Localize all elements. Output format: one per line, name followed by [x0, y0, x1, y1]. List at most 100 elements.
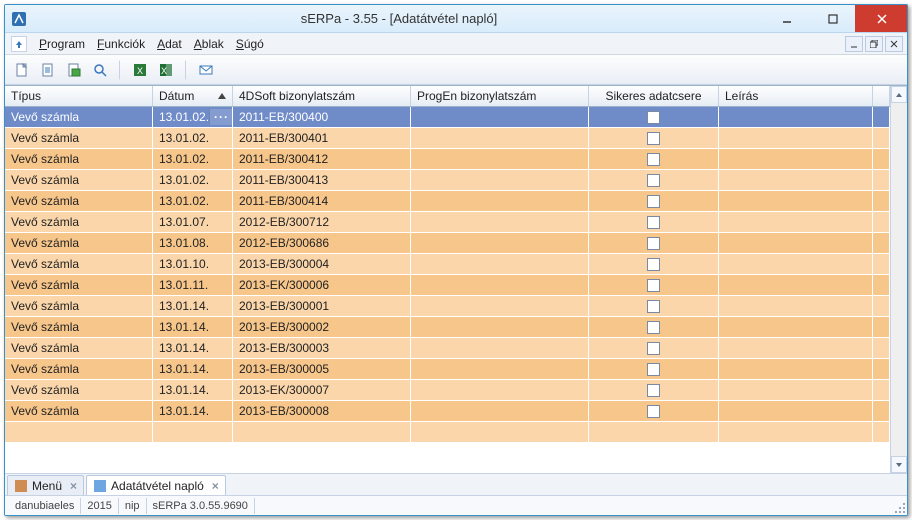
- mdi-minimize-button[interactable]: [845, 36, 863, 52]
- table-row[interactable]: Vevő számla13.01.02.2011-EB/300413: [5, 170, 890, 191]
- cell-4dsoft: 2013-EB/300005: [233, 359, 411, 380]
- checkbox[interactable]: [647, 258, 660, 271]
- table-row[interactable]: Vevő számla13.01.10.2013-EB/300004: [5, 254, 890, 275]
- data-grid[interactable]: Típus Dátum 4DSoft bizonylatszám ProgEn …: [5, 86, 890, 473]
- cell-sikeres[interactable]: [589, 296, 719, 317]
- cell-datum: 13.01.07.: [153, 212, 233, 233]
- cell-sikeres[interactable]: [589, 317, 719, 338]
- checkbox[interactable]: [647, 342, 660, 355]
- close-button[interactable]: [855, 5, 907, 32]
- table-row[interactable]: Vevő számla13.01.02.···2011-EB/300400: [5, 107, 890, 128]
- row-ellipsis-button[interactable]: ···: [209, 109, 233, 125]
- table-row[interactable]: [5, 422, 890, 443]
- checkbox[interactable]: [647, 384, 660, 397]
- vertical-scrollbar[interactable]: [890, 86, 907, 473]
- tab-menü[interactable]: Menü×: [7, 475, 84, 495]
- cell-datum: 13.01.14.: [153, 380, 233, 401]
- checkbox[interactable]: [647, 195, 660, 208]
- cell-progen: [411, 359, 589, 380]
- tab-close-icon[interactable]: ×: [212, 479, 219, 493]
- cell-sikeres[interactable]: [589, 128, 719, 149]
- cell-sikeres[interactable]: [589, 422, 719, 443]
- cell-sikeres[interactable]: [589, 191, 719, 212]
- menu-funkciók[interactable]: Funkciók: [91, 35, 151, 53]
- tab-label: Adatátvétel napló: [111, 479, 204, 493]
- scroll-up-button[interactable]: [891, 86, 907, 103]
- menu-súgó[interactable]: Súgó: [230, 35, 270, 53]
- table-row[interactable]: Vevő számla13.01.11.2013-EK/300006: [5, 275, 890, 296]
- checkbox[interactable]: [647, 216, 660, 229]
- cell-sikeres[interactable]: [589, 212, 719, 233]
- resize-grip[interactable]: [893, 501, 905, 513]
- minimize-button[interactable]: [763, 5, 809, 32]
- cell-sikeres[interactable]: [589, 401, 719, 422]
- table-row[interactable]: Vevő számla13.01.14.2013-EB/300003: [5, 338, 890, 359]
- cell-sikeres[interactable]: [589, 149, 719, 170]
- mdi-buttons: [843, 36, 903, 52]
- col-leiras[interactable]: Leírás: [719, 86, 873, 106]
- table-row[interactable]: Vevő számla13.01.14.2013-EB/300008: [5, 401, 890, 422]
- checkbox[interactable]: [647, 237, 660, 250]
- titlebar[interactable]: sERPa - 3.55 - [Adatátvétel napló]: [5, 5, 907, 33]
- checkbox[interactable]: [647, 321, 660, 334]
- checkbox[interactable]: [647, 279, 660, 292]
- window-buttons: [763, 5, 907, 32]
- checkbox[interactable]: [647, 300, 660, 313]
- cell-leiras: [719, 107, 873, 128]
- col-4dsoft[interactable]: 4DSoft bizonylatszám: [233, 86, 411, 106]
- checkbox[interactable]: [647, 132, 660, 145]
- table-row[interactable]: Vevő számla13.01.07.2012-EB/300712: [5, 212, 890, 233]
- cell-sikeres[interactable]: [589, 275, 719, 296]
- cell-4dsoft: 2013-EB/300001: [233, 296, 411, 317]
- checkbox[interactable]: [647, 174, 660, 187]
- cell-progen: [411, 212, 589, 233]
- cell-datum: 13.01.14.: [153, 338, 233, 359]
- table-row[interactable]: Vevő számla13.01.14.2013-EB/300005: [5, 359, 890, 380]
- tab-close-icon[interactable]: ×: [70, 479, 77, 493]
- cell-sikeres[interactable]: [589, 170, 719, 191]
- cell-sikeres[interactable]: [589, 380, 719, 401]
- table-row[interactable]: Vevő számla13.01.02.2011-EB/300401: [5, 128, 890, 149]
- col-sikeres[interactable]: Sikeres adatcsere: [589, 86, 719, 106]
- table-row[interactable]: Vevő számla13.01.02.2011-EB/300412: [5, 149, 890, 170]
- table-row[interactable]: Vevő számla13.01.14.2013-EB/300002: [5, 317, 890, 338]
- cell-sikeres[interactable]: [589, 233, 719, 254]
- checkbox[interactable]: [647, 153, 660, 166]
- tab-adatátvétel-napló[interactable]: Adatátvétel napló ×: [86, 475, 226, 495]
- doc-icon[interactable]: [37, 59, 59, 81]
- folder-doc-icon[interactable]: [63, 59, 85, 81]
- cell-tipus: Vevő számla: [5, 170, 153, 191]
- cell-tipus: Vevő számla: [5, 191, 153, 212]
- menu-ablak[interactable]: Ablak: [188, 35, 230, 53]
- menu-adat[interactable]: Adat: [151, 35, 188, 53]
- mdi-close-button[interactable]: [885, 36, 903, 52]
- table-row[interactable]: Vevő számla13.01.14.2013-EB/300001: [5, 296, 890, 317]
- menu-program[interactable]: Program: [33, 35, 91, 53]
- mdi-restore-button[interactable]: [865, 36, 883, 52]
- col-datum[interactable]: Dátum: [153, 86, 233, 106]
- cell-sikeres[interactable]: [589, 107, 719, 128]
- excel-icon[interactable]: X: [155, 59, 177, 81]
- search-icon[interactable]: [89, 59, 111, 81]
- checkbox[interactable]: [647, 363, 660, 376]
- cell-tipus: Vevő számla: [5, 128, 153, 149]
- up-level-button[interactable]: [11, 36, 27, 52]
- cell-datum: 13.01.10.: [153, 254, 233, 275]
- col-tipus[interactable]: Típus: [5, 86, 153, 106]
- cell-sikeres[interactable]: [589, 359, 719, 380]
- table-row[interactable]: Vevő számla13.01.08.2012-EB/300686: [5, 233, 890, 254]
- table-row[interactable]: Vevő számla13.01.02.2011-EB/300414: [5, 191, 890, 212]
- new-doc-icon[interactable]: [11, 59, 33, 81]
- mail-icon[interactable]: [195, 59, 217, 81]
- cell-sikeres[interactable]: [589, 254, 719, 275]
- scroll-track[interactable]: [891, 103, 907, 456]
- col-progen[interactable]: ProgEn bizonylatszám: [411, 86, 589, 106]
- checkbox[interactable]: [647, 405, 660, 418]
- maximize-button[interactable]: [809, 5, 855, 32]
- cell-progen: [411, 338, 589, 359]
- scroll-down-button[interactable]: [891, 456, 907, 473]
- table-row[interactable]: Vevő számla13.01.14.2013-EK/300007: [5, 380, 890, 401]
- checkbox[interactable]: [647, 111, 660, 124]
- cell-sikeres[interactable]: [589, 338, 719, 359]
- excel-old-icon[interactable]: X: [129, 59, 151, 81]
